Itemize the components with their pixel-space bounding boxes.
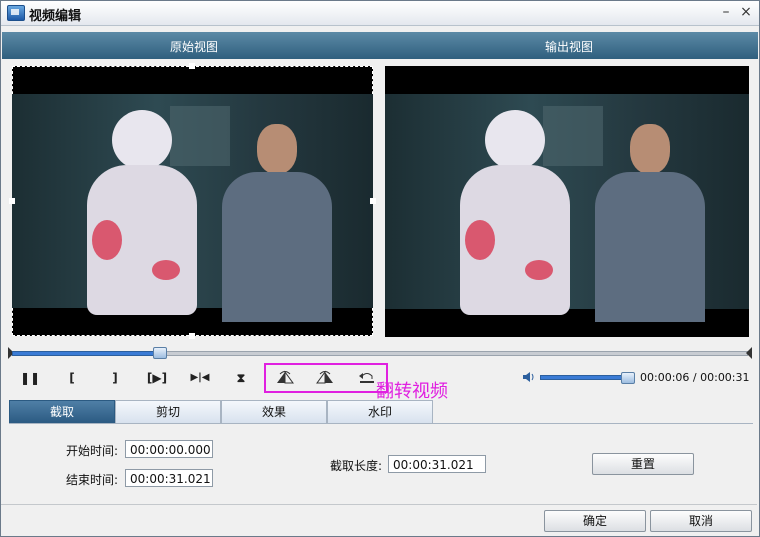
tab-effects[interactable]: 效果 [221,400,327,423]
volume-icon[interactable] [522,371,536,383]
tab-crop[interactable]: 剪切 [115,400,221,423]
app-icon [7,5,25,21]
reset-button[interactable]: 重置 [592,453,694,475]
close-button[interactable]: × [737,4,755,20]
start-time-label: 开始时间: [66,444,119,458]
original-video-preview[interactable] [12,66,373,336]
crop-handle-bottom[interactable] [189,333,195,339]
current-time: 00:00:06 [640,371,690,384]
original-view-label: 原始视图 [170,40,219,54]
video-frame [12,94,373,322]
mark-in-button[interactable]: [ [60,369,84,387]
crop-handle-left[interactable] [9,198,15,204]
tab-divider [9,423,753,424]
timeline-end-marker[interactable] [746,347,752,359]
man-figure [595,124,705,324]
timeline-thumb[interactable] [153,347,167,359]
output-view-label: 输出视图 [545,40,594,54]
time-readout: 00:00:06 / 00:00:31 [640,371,750,384]
flip-horizontal-icon[interactable] [274,368,296,386]
video-frame [385,94,749,322]
footer-divider [1,504,757,505]
trim-length-label: 截取长度: [330,459,383,473]
rotate-icon[interactable] [356,368,378,386]
timeline-slider[interactable] [8,346,752,360]
mark-out-button[interactable]: ] [103,369,127,387]
tab-trim[interactable]: 截取 [9,400,115,423]
minimize-button[interactable]: – [717,4,735,20]
crop-handle-top[interactable] [189,63,195,69]
total-time: 00:00:31 [700,371,750,384]
man-figure [222,124,332,324]
crop-handle-right[interactable] [370,198,376,204]
volume-level [540,375,629,380]
time-separator: / [689,371,701,384]
volume-thumb[interactable] [621,372,635,384]
end-time-label: 结束时间: [66,473,119,487]
title-bar: 视频编辑 – × [1,1,759,26]
ok-button[interactable]: 确定 [544,510,646,532]
trim-length-field[interactable]: 00:00:31.021 [388,455,486,473]
start-time-field[interactable]: 00:00:00.000 [125,440,213,458]
end-time-field[interactable]: 00:00:31.021 [125,469,213,487]
next-frame-button[interactable]: ▶|◀ [186,369,214,387]
tab-watermark[interactable]: 水印 [327,400,433,423]
view-header: 原始视图 输出视图 [2,32,758,59]
window-title: 视频编辑 [29,9,82,24]
play-segment-button[interactable]: [▶] [142,369,172,387]
pause-button[interactable]: ❚❚ [18,369,42,387]
flip-vertical-icon[interactable] [314,368,336,386]
split-button[interactable]: ⧗ [229,369,253,387]
cow-costume-figure [82,110,202,320]
cow-costume-figure [455,110,575,320]
timeline-progress [12,351,161,356]
output-video-preview [385,66,749,337]
cancel-button[interactable]: 取消 [650,510,752,532]
